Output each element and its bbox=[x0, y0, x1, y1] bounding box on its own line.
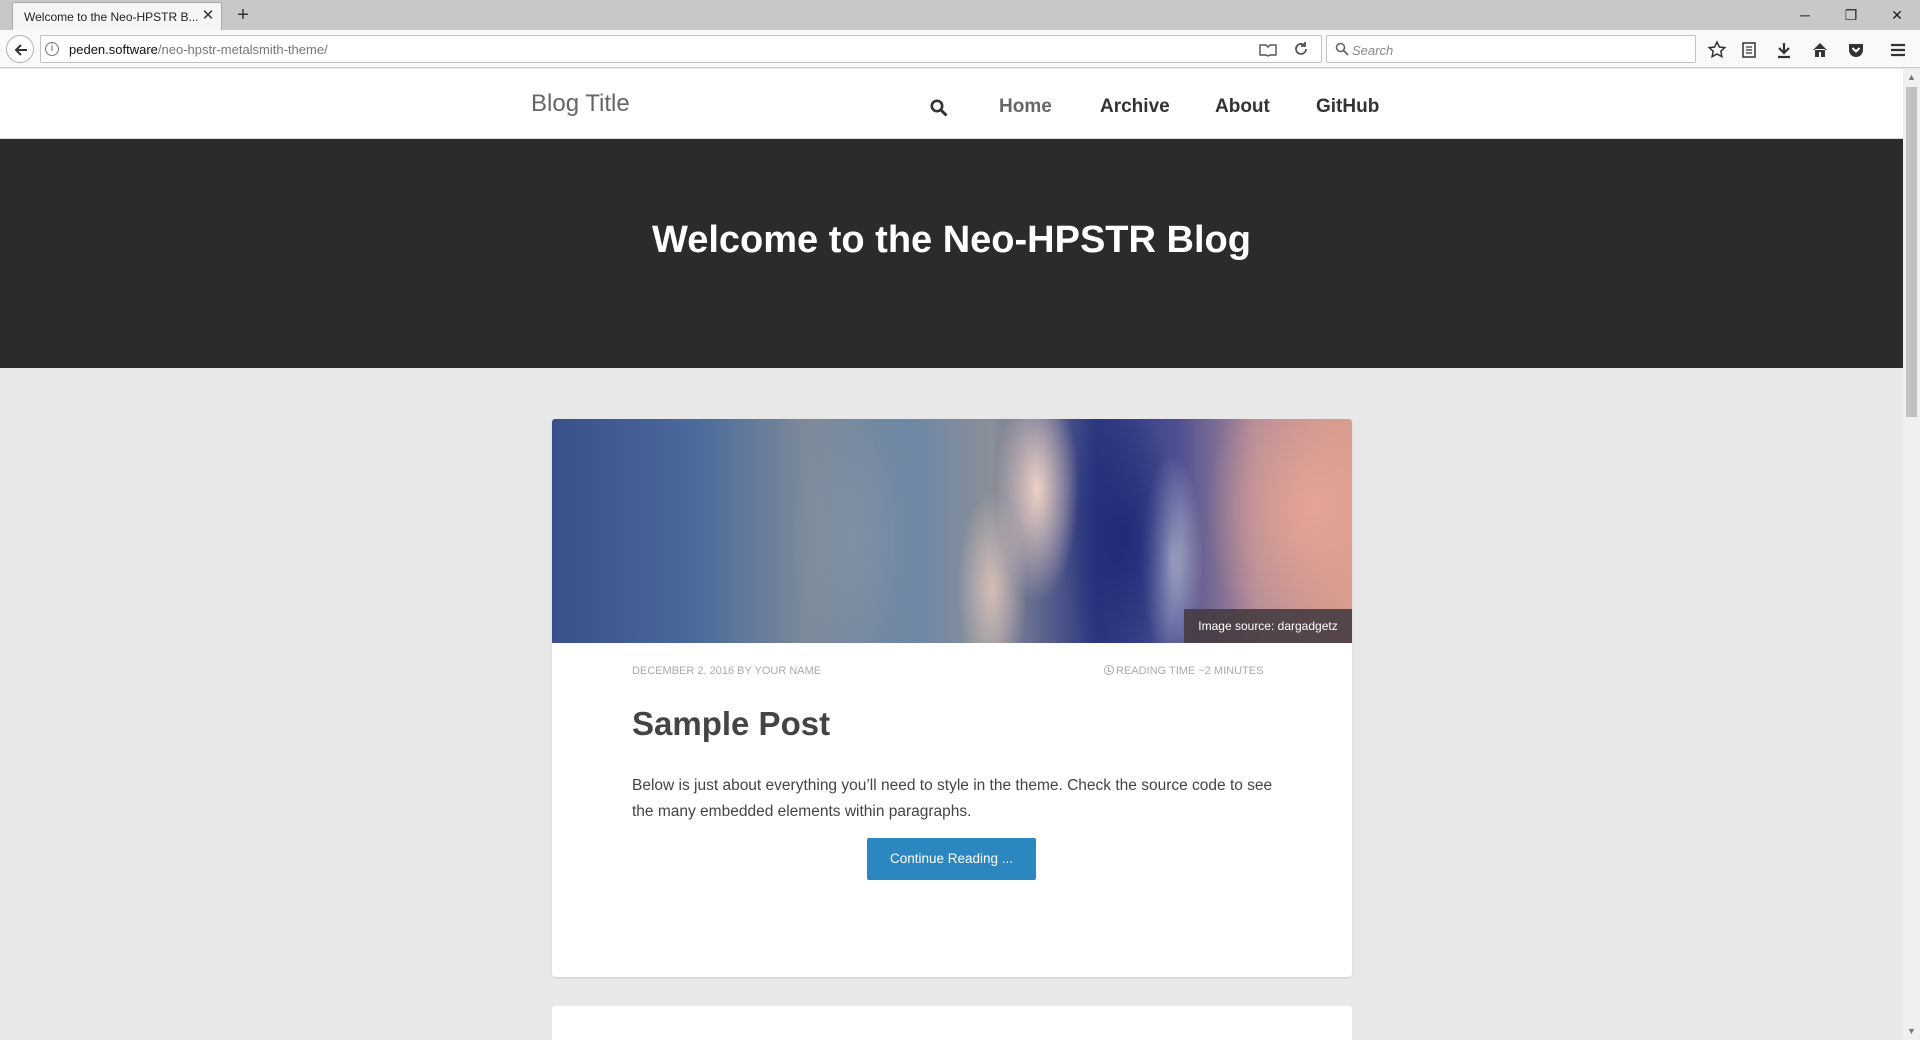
next-post-card bbox=[552, 1006, 1352, 1040]
post-card: Image source: dargadgetz December 2, 201… bbox=[552, 419, 1352, 977]
web-page: Blog Title Home Archive About GitHub Wel… bbox=[0, 69, 1903, 1040]
scroll-down-arrow-icon[interactable]: ▼ bbox=[1903, 1023, 1920, 1040]
pocket-icon[interactable] bbox=[1846, 40, 1866, 60]
browser-search-box[interactable]: Search bbox=[1326, 35, 1696, 63]
post-date-author: December 2, 2016 by Your Name bbox=[632, 665, 822, 677]
page-scrollbar[interactable]: ▲ ▼ bbox=[1903, 69, 1920, 1040]
reading-time: Reading time ~2 minutes bbox=[1104, 665, 1263, 677]
back-arrow-icon bbox=[14, 44, 27, 56]
nav-github[interactable]: GitHub bbox=[1316, 96, 1379, 118]
site-header: Blog Title Home Archive About GitHub bbox=[0, 69, 1903, 139]
nav-about[interactable]: About bbox=[1215, 96, 1270, 118]
tab-bar: Welcome to the Neo-HPSTR B... ✕ + ─ ❐ ✕ bbox=[0, 0, 1920, 30]
url-host: peden.software bbox=[69, 42, 158, 57]
continue-reading-button[interactable]: Continue Reading ... bbox=[867, 838, 1036, 880]
close-tab-icon[interactable]: ✕ bbox=[199, 7, 217, 25]
feature-image[interactable]: Image source: dargadgetz bbox=[552, 419, 1352, 643]
nav-archive[interactable]: Archive bbox=[1100, 96, 1170, 118]
search-icon bbox=[1335, 42, 1349, 56]
clock-icon bbox=[1104, 665, 1114, 675]
image-credit[interactable]: Image source: dargadgetz bbox=[1184, 609, 1352, 643]
url-path: /neo-hpstr-metalsmith-theme/ bbox=[157, 42, 328, 57]
close-window-button[interactable]: ✕ bbox=[1874, 0, 1920, 30]
browser-toolbar: i peden.software/neo-hpstr-metalsmith-th… bbox=[0, 30, 1920, 68]
scroll-thumb[interactable] bbox=[1906, 87, 1917, 417]
reader-view-icon[interactable] bbox=[1259, 42, 1277, 58]
downloads-icon[interactable] bbox=[1774, 40, 1794, 60]
hamburger-menu-icon[interactable] bbox=[1888, 40, 1908, 60]
hero-banner: Welcome to the Neo-HPSTR Blog bbox=[0, 139, 1903, 368]
nav-home[interactable]: Home bbox=[999, 96, 1052, 118]
bookmark-star-icon[interactable] bbox=[1707, 40, 1727, 60]
scroll-up-arrow-icon[interactable]: ▲ bbox=[1903, 69, 1920, 86]
reload-icon[interactable] bbox=[1293, 41, 1309, 57]
site-info-icon[interactable]: i bbox=[45, 42, 59, 56]
home-icon[interactable] bbox=[1810, 40, 1830, 60]
hero-title: Welcome to the Neo-HPSTR Blog bbox=[652, 219, 1251, 261]
minimize-button[interactable]: ─ bbox=[1782, 0, 1828, 30]
new-tab-button[interactable]: + bbox=[232, 3, 254, 27]
address-bar[interactable]: i peden.software/neo-hpstr-metalsmith-th… bbox=[40, 35, 1322, 63]
search-icon[interactable] bbox=[930, 99, 948, 117]
url-text[interactable]: peden.software/neo-hpstr-metalsmith-them… bbox=[69, 42, 328, 57]
active-tab[interactable]: Welcome to the Neo-HPSTR B... ✕ bbox=[12, 2, 222, 30]
bookmarks-menu-icon[interactable] bbox=[1739, 40, 1759, 60]
reading-time-label: Reading time ~2 minutes bbox=[1116, 665, 1264, 677]
maximize-button[interactable]: ❐ bbox=[1828, 0, 1874, 30]
post-title-link[interactable]: Sample Post bbox=[632, 705, 830, 743]
search-placeholder: Search bbox=[1352, 43, 1394, 58]
back-button[interactable] bbox=[6, 35, 34, 63]
blog-title-link[interactable]: Blog Title bbox=[531, 90, 630, 118]
post-excerpt: Below is just about everything you’ll ne… bbox=[632, 777, 1273, 820]
tab-title: Welcome to the Neo-HPSTR B... bbox=[24, 10, 199, 24]
